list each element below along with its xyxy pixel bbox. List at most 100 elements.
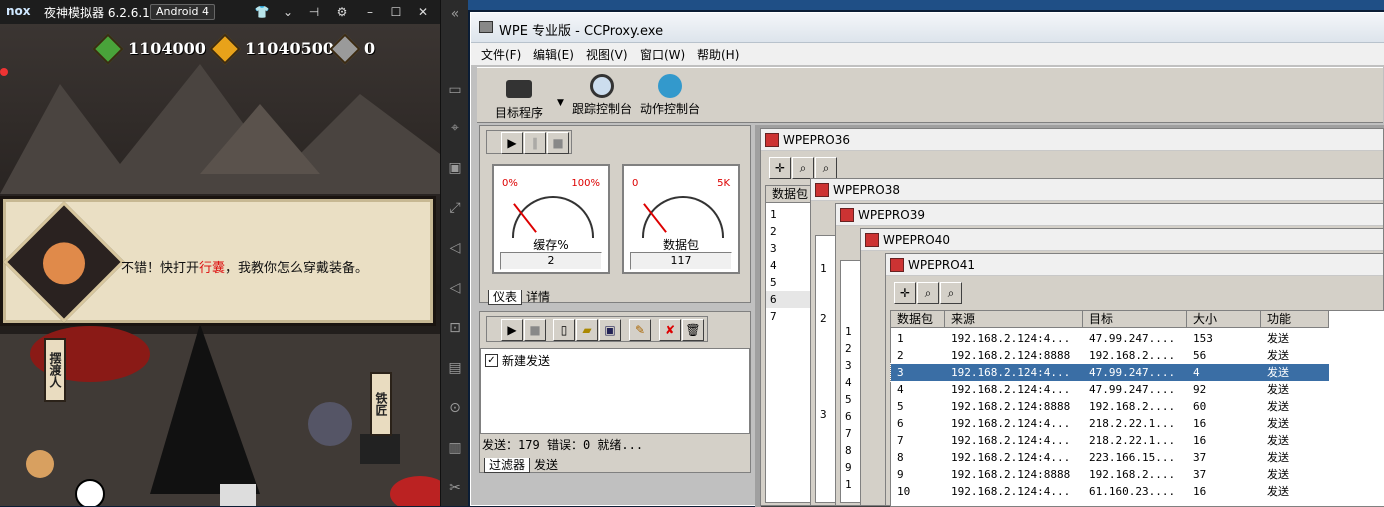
menu-help[interactable]: 帮助(H) — [697, 46, 739, 63]
trash-icon[interactable]: 🗑 — [682, 319, 704, 341]
list-item[interactable]: 5 — [845, 391, 852, 408]
list-item[interactable]: 1 — [845, 476, 852, 493]
game-screen[interactable]: 1104000 11040500 0 不错！快打开行囊，我教你怎么穿戴装备。 摆… — [0, 24, 440, 506]
table-row[interactable]: 4 192.168.2.124:4... 47.99.247.... 92 发送 — [891, 381, 1329, 398]
buffer-caption: 缓存% — [533, 238, 569, 252]
list-item[interactable]: 4 — [770, 257, 777, 274]
collapse-icon[interactable]: « — [445, 4, 465, 24]
screen-icon[interactable]: ▣ — [445, 158, 465, 178]
table-row[interactable]: 10 192.168.2.124:4... 61.160.23.... 16 发送 — [891, 483, 1329, 500]
menu-window[interactable]: 窗口(W) — [640, 46, 685, 63]
new-file-icon[interactable]: ▯ — [553, 319, 575, 341]
crosshair-icon[interactable]: ✛ — [894, 282, 916, 304]
menu-file[interactable]: 文件(F) — [481, 46, 521, 63]
pause-icon[interactable]: ∥ — [524, 132, 546, 154]
tutorial-dialog[interactable]: 不错！快打开行囊，我教你怎么穿戴装备。 — [0, 196, 436, 326]
record-icon[interactable]: ▤ — [445, 358, 465, 378]
table-row[interactable]: 9 192.168.2.124:8888 192.168.2.... 37 发送 — [891, 466, 1329, 483]
menu-view[interactable]: 视图(V) — [586, 46, 628, 63]
find-next-icon[interactable]: ⌕ — [940, 282, 962, 304]
multi-instance-icon[interactable]: ⊙ — [445, 398, 465, 418]
stop-send-icon[interactable]: ■ — [524, 319, 546, 341]
pin-icon[interactable]: ⊣ — [304, 3, 324, 21]
fullscreen-icon[interactable]: ⤢ — [445, 198, 465, 218]
action-console-button[interactable]: 动作控制台 — [637, 70, 703, 122]
open-folder-icon[interactable]: ▰ — [576, 319, 598, 341]
maximize-icon[interactable]: ☐ — [386, 3, 406, 21]
table-row[interactable]: 8 192.168.2.124:4... 223.166.15... 37 发送 — [891, 449, 1329, 466]
list-item[interactable]: 1 — [770, 206, 777, 223]
table-row[interactable]: 1 192.168.2.124:4... 47.99.247.... 153 发送 — [891, 330, 1329, 347]
list-item[interactable]: 3 — [845, 357, 852, 374]
shirt-icon[interactable]: 👕 — [252, 3, 272, 21]
wpepro36-crosshair-icon[interactable]: ✛ — [769, 157, 791, 179]
send-item-checkbox[interactable]: ✓ — [485, 354, 498, 367]
table-row[interactable]: 5 192.168.2.124:8888 192.168.2.... 60 发送 — [891, 398, 1329, 415]
screenshot-icon[interactable]: ⊡ — [445, 318, 465, 338]
list-item[interactable]: 3 — [820, 406, 827, 423]
list-item[interactable]: 8 — [845, 442, 852, 459]
col-size[interactable]: 大小 — [1187, 311, 1261, 328]
list-item[interactable]: 6 — [766, 291, 812, 308]
table-row[interactable]: 7 192.168.2.124:4... 218.2.22.1... 16 发送 — [891, 432, 1329, 449]
list-item[interactable]: 2 — [845, 340, 852, 357]
monitor-tabs: 仪表 详情 — [488, 288, 554, 305]
trace-console-button[interactable]: 跟踪控制台 — [569, 70, 635, 122]
buffer-max-label: 100% — [571, 178, 600, 189]
stop-icon[interactable]: ■ — [547, 132, 569, 154]
wpepro36-search2-icon[interactable]: ⌕ — [815, 157, 837, 179]
play-send-icon[interactable]: ▶ — [501, 319, 523, 341]
edit-icon[interactable]: ✎ — [629, 319, 651, 341]
gear-icon[interactable]: ⚙ — [332, 3, 352, 21]
send-controls: ▶ ■ ▯ ▰ ▣ ✎ ✘ 🗑 — [486, 316, 708, 342]
location-icon[interactable]: ⌖ — [445, 118, 465, 138]
tab-send[interactable]: 发送 — [530, 458, 562, 472]
chevron-down-icon[interactable]: ⌄ — [278, 3, 298, 21]
function-cell: 发送 — [1267, 451, 1289, 464]
target-cell: 192.168.2.... — [1089, 400, 1176, 413]
close-icon[interactable]: ✕ — [413, 3, 433, 21]
volume-down-icon[interactable]: ◁ — [445, 278, 465, 298]
tab-gauge[interactable]: 仪表 — [488, 290, 523, 305]
send-list: ✓ 新建发送 — [480, 348, 750, 434]
list-item[interactable]: 5 — [770, 274, 777, 291]
col-function[interactable]: 功能 — [1261, 311, 1329, 328]
status-line: 发送：179 错误：0 就绪... — [482, 436, 643, 453]
list-item[interactable]: 9 — [845, 459, 852, 476]
table-row[interactable]: 3 192.168.2.124:4... 47.99.247.... 4 发送 — [890, 363, 1330, 382]
col-source[interactable]: 来源 — [945, 311, 1083, 328]
keyboard-icon[interactable]: ▭ — [445, 80, 465, 100]
col-packet[interactable]: 数据包 — [891, 311, 945, 328]
table-row[interactable]: 6 192.168.2.124:4... 218.2.22.1... 16 发送 — [891, 415, 1329, 432]
menu-edit[interactable]: 编辑(E) — [533, 46, 574, 63]
list-item[interactable]: 1 — [820, 260, 827, 277]
play-icon[interactable]: ▶ — [501, 132, 523, 154]
apk-icon[interactable]: ▥ — [445, 438, 465, 458]
list-item[interactable]: 2 — [820, 310, 827, 327]
wpepro36-search-icon[interactable]: ⌕ — [792, 157, 814, 179]
volume-up-icon[interactable]: ◁ — [445, 238, 465, 258]
monkey-portrait — [3, 201, 125, 323]
col-target[interactable]: 目标 — [1083, 311, 1187, 328]
table-row[interactable]: 2 192.168.2.124:8888 192.168.2.... 56 发送 — [891, 347, 1329, 364]
dropdown-arrow-icon[interactable]: ▼ — [557, 98, 564, 108]
list-item[interactable]: 3 — [770, 240, 777, 257]
save-icon[interactable]: ▣ — [599, 319, 621, 341]
list-item[interactable]: 2 — [770, 223, 777, 240]
list-item[interactable]: 1 — [845, 323, 852, 340]
packet-max-label: 5K — [717, 178, 730, 189]
blacksmith-sign[interactable]: 铁匠 — [370, 372, 392, 436]
tab-details[interactable]: 详情 — [522, 290, 554, 304]
search-icon[interactable]: ⌕ — [917, 282, 939, 304]
list-item[interactable]: 6 — [845, 408, 852, 425]
delete-icon[interactable]: ✘ — [659, 319, 681, 341]
target-cell: 192.168.2.... — [1089, 349, 1176, 362]
tab-filter[interactable]: 过滤器 — [484, 458, 531, 473]
scissors-icon[interactable]: ✂ — [445, 478, 465, 498]
minimize-icon[interactable]: – — [360, 3, 380, 21]
target-program-button[interactable]: 目标程序 — [481, 70, 557, 122]
list-item[interactable]: 7 — [770, 308, 777, 325]
list-item[interactable]: 4 — [845, 374, 852, 391]
wpepro41-window[interactable]: WPEPRO41 ✛ ⌕ ⌕ 数据包 来源 目标 大小 功能 1 192.168.… — [885, 253, 1384, 507]
list-item[interactable]: 7 — [845, 425, 852, 442]
